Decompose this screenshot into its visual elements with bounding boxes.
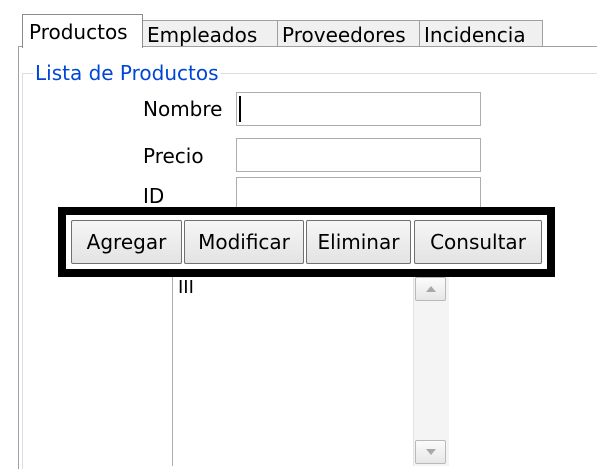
arrow-down-icon [425, 449, 436, 455]
precio-input[interactable] [236, 138, 481, 172]
product-listbox[interactable] [172, 277, 449, 466]
eliminar-button[interactable]: Eliminar [306, 220, 411, 264]
scroll-up-button[interactable] [415, 277, 446, 301]
group-title: Lista de Productos [33, 60, 221, 86]
id-input[interactable] [236, 177, 481, 211]
tab-productos[interactable]: Productos [22, 14, 143, 48]
tab-label: Proveedores [282, 23, 406, 47]
consultar-button[interactable]: Consultar [414, 220, 542, 264]
list-item[interactable]: III [178, 278, 194, 298]
modificar-button[interactable]: Modificar [184, 220, 304, 264]
arrow-up-icon [425, 286, 436, 292]
nombre-input[interactable] [236, 92, 481, 126]
id-label: ID [143, 184, 165, 208]
group-border-left [22, 73, 23, 469]
list-scrollbar[interactable] [413, 277, 449, 466]
text-caret [239, 96, 241, 122]
app-window: Empleados Proveedores Incidencia Product… [0, 0, 597, 469]
tab-label: Empleados [147, 23, 258, 47]
tab-incidencia[interactable]: Incidencia [419, 20, 543, 48]
tab-label: Productos [29, 20, 128, 44]
precio-label: Precio [143, 144, 204, 168]
tab-empleados[interactable]: Empleados [142, 20, 278, 48]
scroll-down-button[interactable] [415, 440, 446, 464]
agregar-button[interactable]: Agregar [71, 220, 182, 264]
nombre-label: Nombre [143, 97, 223, 121]
tab-label: Incidencia [424, 23, 526, 47]
tab-proveedores[interactable]: Proveedores [277, 20, 420, 48]
